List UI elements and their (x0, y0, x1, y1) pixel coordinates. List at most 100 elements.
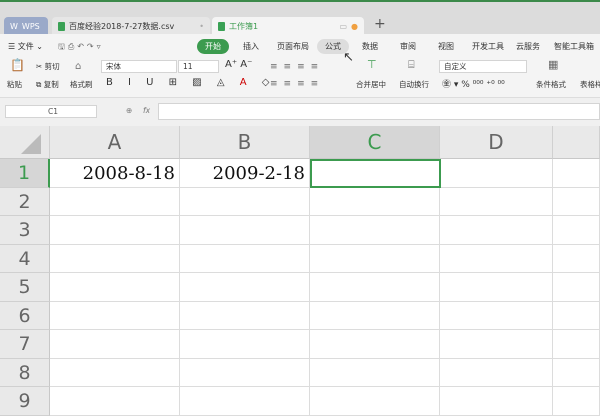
cell[interactable] (440, 216, 553, 245)
cell[interactable] (553, 358, 600, 387)
cell[interactable] (50, 301, 180, 330)
format-painter-icon[interactable]: ⌂ (75, 61, 81, 72)
fx-icon[interactable]: fx (143, 106, 150, 115)
cell[interactable] (50, 187, 180, 216)
column-header-a[interactable]: A (50, 126, 180, 159)
row-header-7[interactable]: 7 (0, 330, 50, 359)
cell[interactable] (440, 187, 553, 216)
menu-cloud[interactable]: 云服务 (516, 41, 540, 52)
cell[interactable] (310, 330, 440, 359)
cell[interactable] (310, 187, 440, 216)
cell[interactable] (50, 273, 180, 302)
menu-insert[interactable]: 插入 (243, 41, 259, 52)
formula-input[interactable] (158, 103, 600, 120)
cell[interactable] (180, 387, 310, 416)
cell[interactable] (180, 330, 310, 359)
table-style-button[interactable]: 表格样 (580, 79, 600, 90)
row-header-9[interactable]: 9 (0, 387, 50, 416)
cell[interactable] (180, 358, 310, 387)
font-size-select[interactable]: 11 (178, 60, 219, 73)
number-format-select[interactable]: 自定义 (439, 60, 527, 73)
cell[interactable] (50, 216, 180, 245)
cell[interactable] (440, 301, 553, 330)
close-dot-icon[interactable]: • (199, 22, 204, 31)
format-painter-button[interactable]: 格式刷 (70, 79, 93, 90)
menu-start[interactable]: 开始 (197, 39, 229, 54)
font-grow-icon[interactable]: A⁺ A⁻ (225, 59, 252, 70)
copy-button[interactable]: ⧉ 复制 (36, 79, 59, 90)
cell[interactable] (180, 216, 310, 245)
column-header-c[interactable]: C (310, 126, 440, 159)
cell[interactable] (553, 301, 600, 330)
menu-page-layout[interactable]: 页面布局 (277, 41, 309, 52)
cell[interactable] (180, 301, 310, 330)
menu-review[interactable]: 审阅 (400, 41, 416, 52)
cell[interactable] (440, 244, 553, 273)
cell[interactable] (553, 159, 600, 188)
cell[interactable] (180, 244, 310, 273)
menu-developer[interactable]: 开发工具 (472, 41, 504, 52)
cell[interactable] (553, 387, 600, 416)
merge-center-icon[interactable]: ⊤ (367, 58, 377, 71)
cell[interactable] (50, 330, 180, 359)
new-tab-button[interactable]: + (374, 16, 386, 32)
cut-button[interactable]: ✂ 剪切 (36, 61, 60, 72)
cell[interactable] (50, 387, 180, 416)
number-buttons[interactable]: ㊎ ▾ % ⁰⁰⁰ ⁺⁰ ⁰⁰ (442, 77, 505, 90)
quick-access-icons[interactable]: 🖫⎙↶↷▿ (58, 41, 104, 55)
cell[interactable] (440, 387, 553, 416)
cell[interactable] (180, 273, 310, 302)
zoom-icon[interactable]: ⊕ (126, 106, 132, 115)
cell[interactable] (440, 358, 553, 387)
cell[interactable] (440, 330, 553, 359)
cell[interactable] (553, 244, 600, 273)
row-header-3[interactable]: 3 (0, 216, 50, 245)
cell[interactable] (50, 358, 180, 387)
title-bar: W WPS 百度经验2018-7-27数据.csv • 工作簿1 ▭ ● + (0, 0, 600, 36)
wrap-text-button[interactable]: 自动换行 (399, 79, 429, 90)
file-menu[interactable]: ☰ 文件 ⌄ (8, 41, 43, 52)
merge-center-button[interactable]: 合并居中 (356, 79, 386, 90)
cell-a1[interactable]: 2008-8-18 (50, 159, 180, 188)
row-header-5[interactable]: 5 (0, 273, 50, 302)
align-buttons[interactable]: ≡≡≡≡ ≡≡≡≡ (270, 59, 324, 93)
cell[interactable] (310, 358, 440, 387)
cell[interactable] (310, 273, 440, 302)
menu-data[interactable]: 数据 (362, 41, 378, 52)
cell[interactable] (553, 273, 600, 302)
cell[interactable] (50, 244, 180, 273)
paste-button[interactable]: 粘贴 (7, 79, 22, 90)
conditional-format-button[interactable]: 条件格式 (536, 79, 566, 90)
cell[interactable] (553, 330, 600, 359)
row-header-4[interactable]: 4 (0, 244, 50, 273)
row-header-1[interactable]: 1 (0, 159, 50, 188)
row-header-2[interactable]: 2 (0, 187, 50, 216)
cell[interactable] (553, 216, 600, 245)
cell[interactable] (310, 387, 440, 416)
font-select[interactable]: 宋体 (101, 60, 177, 73)
paste-icon[interactable]: 📋 (10, 58, 25, 72)
cell[interactable] (440, 273, 553, 302)
cell-c1-selected[interactable] (310, 159, 441, 188)
comment-icon: ▭ (339, 22, 348, 31)
menu-smart-tools[interactable]: 智能工具箱 (554, 41, 594, 52)
font-style-buttons[interactable]: B I U ⊞ ▨ ◬ A ◇ (106, 77, 275, 88)
cell[interactable] (310, 216, 440, 245)
name-box[interactable]: C1 (5, 105, 97, 118)
cell-b1[interactable]: 2009-2-18 (180, 159, 310, 188)
cell[interactable] (440, 159, 553, 188)
select-all-corner[interactable] (0, 126, 50, 159)
conditional-format-icon[interactable]: ▦ (548, 58, 558, 71)
row-header-6[interactable]: 6 (0, 301, 50, 330)
column-header-b[interactable]: B (180, 126, 310, 159)
cell[interactable] (310, 301, 440, 330)
column-header-e[interactable] (553, 126, 600, 159)
row-header-8[interactable]: 8 (0, 358, 50, 387)
menu-view[interactable]: 视图 (438, 41, 454, 52)
cell[interactable] (310, 244, 440, 273)
cell[interactable] (180, 187, 310, 216)
wrap-text-icon[interactable]: ⌸ (408, 58, 415, 72)
formula-bar: C1 ⊕ fx (0, 98, 600, 126)
cell[interactable] (553, 187, 600, 216)
column-header-d[interactable]: D (440, 126, 553, 159)
